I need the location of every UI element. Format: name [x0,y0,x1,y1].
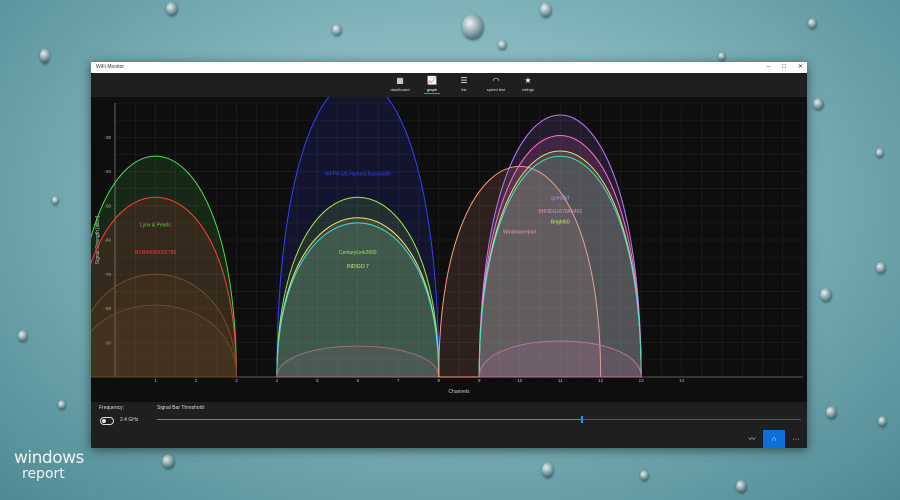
x-tick-label: 7 [397,378,400,383]
slider-fill [157,419,583,420]
y-tick-label: -40 [104,169,111,174]
windows-report-logo: windows report [14,448,84,482]
window-title: WiFi Monitor [96,64,125,70]
more-icon[interactable]: ··· [785,430,807,448]
x-tick-label: 9 [478,378,481,383]
star-icon: ★ [524,76,532,85]
arch-icon[interactable]: ∩ [763,430,785,448]
y-tick-label: -30 [104,135,111,140]
tab-label: graph [426,87,438,92]
signal-chart: -30-40-50-60-70-80-901 2 3 4 5 6 7 8 9 10 11 12 13 14… [91,97,804,395]
x-tick-label: 8 [438,378,441,383]
graph-icon: 📈 [427,76,437,85]
tab-dashboard[interactable]: ▦ dashboard [389,76,411,94]
logo-line2: report [22,466,65,482]
x-tick-label: 12 [598,378,604,383]
network-label: NVR4900000Z789 [135,250,177,256]
threshold-label: Signal Bar Threshold: [157,405,205,411]
frequency-toggle[interactable] [100,417,114,425]
app-window: WiFi Monitor – □ ✕ ▦ dashboard 📈 graph ☰ list… [91,62,807,448]
minimize-icon[interactable]: – [767,62,770,73]
network-label: WFPH-5G Highest Bandwidth [325,171,391,177]
tab-list[interactable]: ☰ list [453,76,475,94]
tab-ratings[interactable]: ★ ratings [517,76,539,94]
x-tick-label: 13 [639,378,645,383]
title-bar: WiFi Monitor – □ ✕ [91,62,807,73]
x-tick-label: 4 [276,378,279,383]
x-tick-label: 5 [316,378,319,383]
close-icon[interactable]: ✕ [798,62,803,73]
frequency-label: Frequency: [99,405,125,411]
x-tick-label: 10 [517,378,523,383]
logo-line1: windows [14,448,84,468]
frequency-value: 2.4 GHz [120,417,139,423]
tab-speed-test[interactable]: ◠ speed test [485,76,507,94]
x-tick-label: 14 [679,378,685,383]
x-axis-label: Channels [448,389,470,395]
x-tick-label: 2 [195,378,198,383]
speedometer-icon: ◠ [492,76,500,85]
x-tick-label: 1 [154,378,157,383]
tab-graph[interactable]: 📈 graph [421,76,443,94]
tab-label: dashboard [390,87,410,92]
list-icon: ☰ [460,76,468,85]
signal-graph: -30 -40 -50 -60 -70 -80 -90 1 2 3 4 5 6 7 8 9 10 11 12 13 14… [91,97,807,402]
slider-thumb[interactable] [581,416,584,423]
x-tick-label: 6 [357,378,360,383]
threshold-slider[interactable] [157,416,801,423]
grid-icon: ▦ [396,76,404,85]
x-tick-label: 11 [558,378,563,383]
tab-label: list [461,87,467,92]
x-tick-label: 3 [235,378,238,383]
maximize-icon[interactable]: □ [782,62,786,73]
tab-label: speed test [486,87,506,92]
chart-icon[interactable]: 〰 [741,430,763,448]
tab-label: ratings [521,87,534,92]
bottom-controls: Frequency: 2.4 GHz Signal Bar Threshold:… [91,402,807,448]
top-nav: ▦ dashboard 📈 graph ☰ list ◠ speed test ★ ratings [91,73,807,97]
